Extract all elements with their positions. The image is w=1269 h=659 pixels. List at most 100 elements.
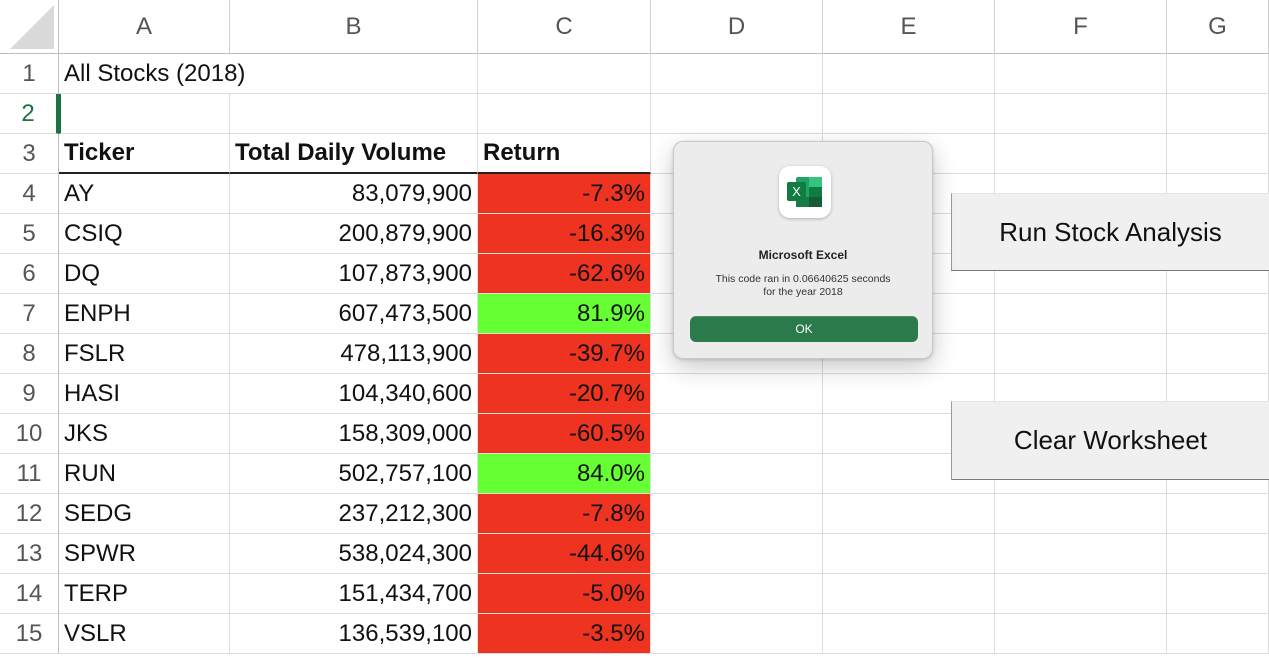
cell-d12[interactable] bbox=[651, 494, 823, 534]
volume-cell[interactable]: 538,024,300 bbox=[230, 534, 478, 574]
column-header-d[interactable]: D bbox=[651, 0, 823, 54]
clear-worksheet-button[interactable]: Clear Worksheet bbox=[951, 401, 1269, 480]
cell-d11[interactable] bbox=[651, 454, 823, 494]
cell-d15[interactable] bbox=[651, 614, 823, 654]
row-header-1[interactable]: 1 bbox=[0, 54, 59, 94]
return-cell[interactable]: 84.0% bbox=[478, 454, 651, 494]
sheet-title[interactable]: All Stocks (2018) bbox=[59, 54, 245, 94]
cell-e15[interactable] bbox=[823, 614, 995, 654]
cell-g13[interactable] bbox=[1167, 534, 1269, 574]
cell-e14[interactable] bbox=[823, 574, 995, 614]
volume-cell[interactable]: 136,539,100 bbox=[230, 614, 478, 654]
cell-e13[interactable] bbox=[823, 534, 995, 574]
ticker-cell[interactable]: SPWR bbox=[59, 534, 230, 574]
ticker-cell[interactable]: VSLR bbox=[59, 614, 230, 654]
cell-f1[interactable] bbox=[995, 54, 1167, 94]
ticker-cell[interactable]: TERP bbox=[59, 574, 230, 614]
column-header-e[interactable]: E bbox=[823, 0, 995, 54]
row-header-3[interactable]: 3 bbox=[0, 134, 59, 174]
header-total-daily-volume[interactable]: Total Daily Volume bbox=[230, 134, 478, 174]
ticker-cell[interactable]: SEDG bbox=[59, 494, 230, 534]
cell-c1[interactable] bbox=[478, 54, 651, 94]
cell-b1[interactable] bbox=[230, 54, 478, 94]
cell-f15[interactable] bbox=[995, 614, 1167, 654]
cell-d10[interactable] bbox=[651, 414, 823, 454]
cell-f7[interactable] bbox=[995, 294, 1167, 334]
volume-cell[interactable]: 502,757,100 bbox=[230, 454, 478, 494]
row-header-12[interactable]: 12 bbox=[0, 494, 59, 534]
header-ticker[interactable]: Ticker bbox=[59, 134, 230, 174]
column-header-c[interactable]: C bbox=[478, 0, 651, 54]
row-header-5[interactable]: 5 bbox=[0, 214, 59, 254]
volume-cell[interactable]: 83,079,900 bbox=[230, 174, 478, 214]
cell-e12[interactable] bbox=[823, 494, 995, 534]
cell-b2[interactable] bbox=[230, 94, 478, 134]
return-cell[interactable]: -16.3% bbox=[478, 214, 651, 254]
cell-e2[interactable] bbox=[823, 94, 995, 134]
return-cell[interactable]: 81.9% bbox=[478, 294, 651, 334]
volume-cell[interactable]: 478,113,900 bbox=[230, 334, 478, 374]
volume-cell[interactable]: 104,340,600 bbox=[230, 374, 478, 414]
ticker-cell[interactable]: DQ bbox=[59, 254, 230, 294]
row-header-8[interactable]: 8 bbox=[0, 334, 59, 374]
cell-g12[interactable] bbox=[1167, 494, 1269, 534]
run-stock-analysis-button[interactable]: Run Stock Analysis bbox=[951, 193, 1269, 271]
row-header-7[interactable]: 7 bbox=[0, 294, 59, 334]
column-header-b[interactable]: B bbox=[230, 0, 478, 54]
row-header-2[interactable]: 2 bbox=[0, 94, 59, 134]
return-cell[interactable]: -3.5% bbox=[478, 614, 651, 654]
cell-g7[interactable] bbox=[1167, 294, 1269, 334]
row-header-4[interactable]: 4 bbox=[0, 174, 59, 214]
cell-g2[interactable] bbox=[1167, 94, 1269, 134]
cell-a2[interactable] bbox=[59, 94, 230, 134]
ticker-cell[interactable]: ENPH bbox=[59, 294, 230, 334]
return-cell[interactable]: -5.0% bbox=[478, 574, 651, 614]
cell-f14[interactable] bbox=[995, 574, 1167, 614]
ticker-cell[interactable]: AY bbox=[59, 174, 230, 214]
ticker-cell[interactable]: RUN bbox=[59, 454, 230, 494]
column-header-a[interactable]: A bbox=[59, 0, 230, 54]
volume-cell[interactable]: 237,212,300 bbox=[230, 494, 478, 534]
volume-cell[interactable]: 200,879,900 bbox=[230, 214, 478, 254]
return-cell[interactable]: -7.3% bbox=[478, 174, 651, 214]
cell-f13[interactable] bbox=[995, 534, 1167, 574]
header-return[interactable]: Return bbox=[478, 134, 651, 174]
return-cell[interactable]: -44.6% bbox=[478, 534, 651, 574]
cell-g1[interactable] bbox=[1167, 54, 1269, 94]
row-header-11[interactable]: 11 bbox=[0, 454, 59, 494]
cell-g8[interactable] bbox=[1167, 334, 1269, 374]
row-header-14[interactable]: 14 bbox=[0, 574, 59, 614]
row-header-6[interactable]: 6 bbox=[0, 254, 59, 294]
cell-d14[interactable] bbox=[651, 574, 823, 614]
column-header-f[interactable]: F bbox=[995, 0, 1167, 54]
return-cell[interactable]: -20.7% bbox=[478, 374, 651, 414]
cell-g3[interactable] bbox=[1167, 134, 1269, 174]
ticker-cell[interactable]: FSLR bbox=[59, 334, 230, 374]
ticker-cell[interactable]: CSIQ bbox=[59, 214, 230, 254]
volume-cell[interactable]: 107,873,900 bbox=[230, 254, 478, 294]
cell-c2[interactable] bbox=[478, 94, 651, 134]
volume-cell[interactable]: 158,309,000 bbox=[230, 414, 478, 454]
volume-cell[interactable]: 151,434,700 bbox=[230, 574, 478, 614]
row-header-13[interactable]: 13 bbox=[0, 534, 59, 574]
cell-d9[interactable] bbox=[651, 374, 823, 414]
return-cell[interactable]: -62.6% bbox=[478, 254, 651, 294]
return-cell[interactable]: -60.5% bbox=[478, 414, 651, 454]
cell-e1[interactable] bbox=[823, 54, 995, 94]
cell-d1[interactable] bbox=[651, 54, 823, 94]
return-cell[interactable]: -39.7% bbox=[478, 334, 651, 374]
row-header-15[interactable]: 15 bbox=[0, 614, 59, 654]
row-header-10[interactable]: 10 bbox=[0, 414, 59, 454]
ok-button[interactable]: OK bbox=[690, 316, 918, 342]
cell-g15[interactable] bbox=[1167, 614, 1269, 654]
select-all-corner[interactable] bbox=[0, 0, 59, 54]
ticker-cell[interactable]: HASI bbox=[59, 374, 230, 414]
cell-d13[interactable] bbox=[651, 534, 823, 574]
cell-f12[interactable] bbox=[995, 494, 1167, 534]
cell-f8[interactable] bbox=[995, 334, 1167, 374]
row-header-9[interactable]: 9 bbox=[0, 374, 59, 414]
cell-f2[interactable] bbox=[995, 94, 1167, 134]
cell-d2[interactable] bbox=[651, 94, 823, 134]
cell-g14[interactable] bbox=[1167, 574, 1269, 614]
column-header-g[interactable]: G bbox=[1167, 0, 1269, 54]
